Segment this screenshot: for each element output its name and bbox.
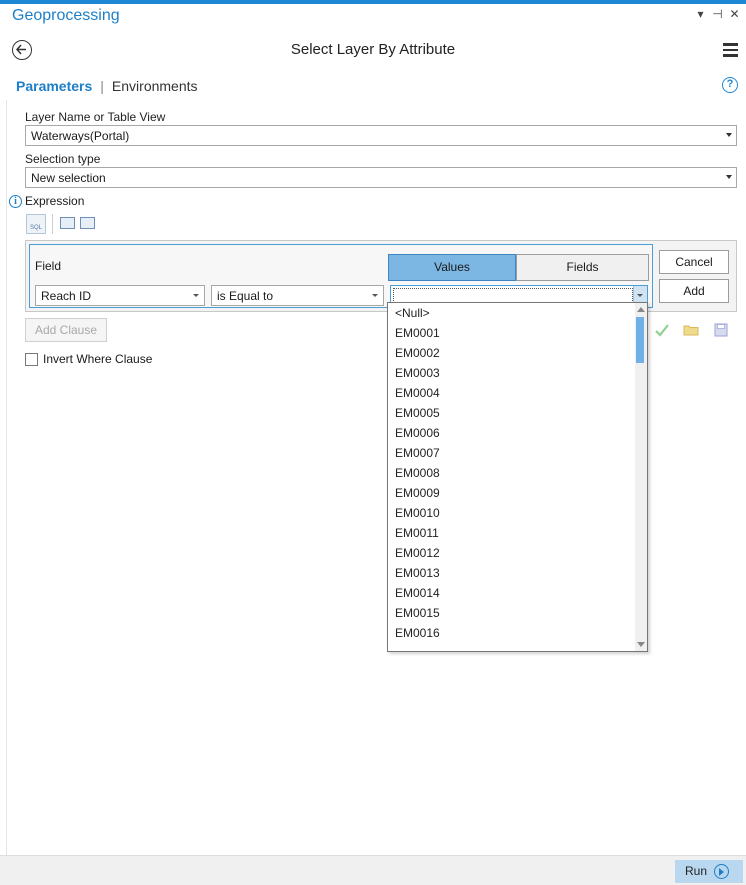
dropdown-item[interactable]: EM0008 [388, 463, 647, 483]
help-icon[interactable]: ? [722, 77, 738, 93]
expression-label: Expression [25, 194, 85, 208]
dropdown-item[interactable]: EM0011 [388, 523, 647, 543]
operator-select[interactable]: is Equal to [211, 285, 384, 306]
values-dropdown-list[interactable]: <Null> EM0001 EM0002 EM0003 EM0004 EM0005 EM00… [387, 302, 648, 652]
field-select[interactable]: Reach ID [35, 285, 205, 306]
values-toggle[interactable]: Values [388, 254, 516, 281]
operator-select-value: is Equal to [217, 289, 274, 303]
run-play-icon [714, 864, 729, 879]
verify-check-icon[interactable] [654, 322, 670, 338]
window-controls: ▾ ⊣ ✕ [695, 7, 740, 21]
dropdown-item[interactable]: EM0014 [388, 583, 647, 603]
dropdown-item[interactable]: EM0007 [388, 443, 647, 463]
pane-title: Geoprocessing [12, 7, 120, 24]
tab-environments[interactable]: Environments [112, 78, 198, 94]
selection-type-combo[interactable]: New selection [25, 167, 737, 188]
left-rule [6, 100, 7, 860]
dropdown-item[interactable]: EM0001 [388, 323, 647, 343]
dropdown-items: <Null> EM0001 EM0002 EM0003 EM0004 EM0005 EM00… [388, 303, 647, 643]
value-input[interactable] [393, 288, 633, 303]
run-button[interactable]: Run [675, 860, 743, 883]
dropdown-item[interactable]: EM0005 [388, 403, 647, 423]
selection-type-label: Selection type [25, 152, 101, 166]
layer-value: Waterways(Portal) [31, 129, 130, 143]
dropdown-item[interactable]: EM0015 [388, 603, 647, 623]
run-label: Run [685, 864, 708, 878]
dropdown-item[interactable]: EM0012 [388, 543, 647, 563]
field-select-value: Reach ID [41, 289, 92, 303]
info-icon: i [9, 195, 22, 208]
field-label: Field [35, 259, 62, 273]
chevron-down-icon [726, 133, 732, 137]
dropdown-item[interactable]: EM0003 [388, 363, 647, 383]
dropdown-item[interactable]: EM0002 [388, 343, 647, 363]
selection-type-value: New selection [31, 171, 106, 185]
toolbar-separator [52, 214, 53, 234]
scroll-up-icon[interactable] [637, 307, 645, 312]
indent-icon[interactable] [80, 217, 95, 229]
chevron-down-icon [726, 175, 732, 179]
outdent-icon[interactable] [60, 217, 75, 229]
chevron-down-icon [637, 294, 643, 297]
fields-toggle[interactable]: Fields [516, 254, 649, 281]
tool-title: Select Layer By Attribute [290, 41, 456, 58]
scroll-down-icon[interactable] [637, 642, 645, 647]
invert-checkbox[interactable] [25, 352, 38, 366]
tab-separator: | [100, 78, 104, 94]
dropdown-item[interactable]: EM0006 [388, 423, 647, 443]
add-clause-button[interactable]: Add Clause [25, 318, 107, 342]
tab-parameters[interactable]: Parameters [16, 78, 92, 94]
dropdown-item[interactable]: EM0013 [388, 563, 647, 583]
save-icon[interactable] [713, 322, 729, 338]
top-accent-bar [0, 0, 746, 4]
close-icon[interactable]: ✕ [729, 7, 740, 21]
dropdown-scrollbar[interactable] [635, 303, 647, 651]
add-button[interactable]: Add [659, 279, 729, 303]
layer-combo[interactable]: Waterways(Portal) [25, 125, 737, 146]
scroll-thumb[interactable] [636, 317, 644, 363]
dropdown-item[interactable]: EM0010 [388, 503, 647, 523]
menu-icon[interactable] [723, 43, 738, 60]
pin-icon[interactable]: ⊣ [712, 7, 723, 21]
dropdown-item[interactable]: EM0016 [388, 623, 647, 643]
clause-row: Field Values Fields Reach ID is Equal to [29, 244, 653, 308]
invert-where-clause[interactable]: Invert Where Clause [25, 352, 152, 366]
options-dropdown-icon[interactable]: ▾ [695, 7, 706, 21]
tab-bar: Parameters | Environments [16, 78, 198, 94]
open-folder-icon[interactable] [683, 322, 699, 338]
dropdown-item[interactable]: <Null> [388, 303, 647, 323]
footer-bar: Run [0, 855, 746, 885]
chevron-down-icon [193, 294, 199, 297]
sql-icon-text: SQL [29, 225, 42, 231]
layer-label: Layer Name or Table View [25, 110, 166, 124]
dropdown-item[interactable]: EM0004 [388, 383, 647, 403]
dropdown-item[interactable]: EM0009 [388, 483, 647, 503]
cancel-button[interactable]: Cancel [659, 250, 729, 274]
chevron-down-icon [372, 294, 378, 297]
sql-mode-icon[interactable]: SQL [26, 214, 46, 234]
invert-label: Invert Where Clause [43, 352, 153, 366]
